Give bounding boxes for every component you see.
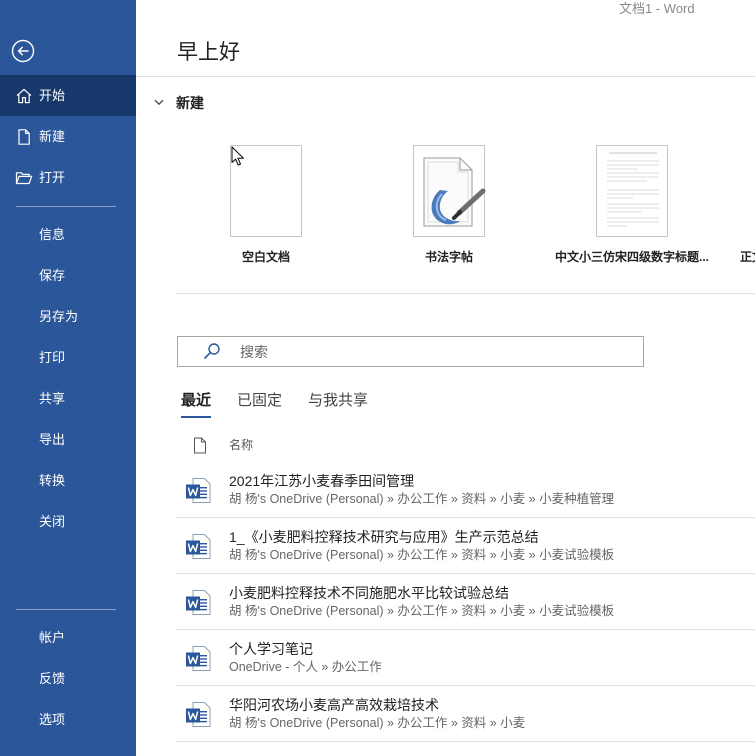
sidebar-item-label: 帐户 bbox=[39, 630, 66, 645]
open-folder-icon bbox=[15, 172, 33, 185]
new-section-heading: 新建 bbox=[176, 95, 204, 111]
sidebar-item-new[interactable]: 新建 bbox=[0, 116, 136, 157]
new-document-icon bbox=[18, 129, 30, 145]
sidebar-item-transform[interactable]: 转换 bbox=[0, 460, 136, 501]
sidebar-item-label: 共享 bbox=[39, 391, 66, 406]
file-title: 华阳河农场小麦高产高效栽培技术 bbox=[229, 697, 439, 713]
file-title: 个人学习笔记 bbox=[229, 641, 313, 657]
sidebar-item-open[interactable]: 打开 bbox=[0, 157, 136, 198]
sidebar-item-label: 导出 bbox=[39, 432, 66, 447]
sidebar-item-label: 保存 bbox=[39, 268, 66, 283]
tab-pinned[interactable]: 已固定 bbox=[237, 391, 282, 411]
sidebar-item-info[interactable]: 信息 bbox=[0, 214, 136, 255]
sidebar-item-export[interactable]: 导出 bbox=[0, 419, 136, 460]
sidebar-item-label: 打开 bbox=[39, 170, 66, 185]
file-row[interactable]: 个人学习笔记 OneDrive - 个人 » 办公工作 bbox=[176, 630, 755, 686]
file-type-column-icon bbox=[194, 437, 206, 454]
file-title: 小麦肥料控释技术不同施肥水平比较试验总结 bbox=[229, 585, 509, 601]
sidebar-item-feedback[interactable]: 反馈 bbox=[0, 658, 136, 699]
sidebar-item-options[interactable]: 选项 bbox=[0, 699, 136, 740]
file-path: 胡 杨's OneDrive (Personal) » 办公工作 » 资料 » … bbox=[229, 604, 615, 618]
sidebar-item-label: 关闭 bbox=[39, 514, 66, 529]
file-row[interactable]: 1_《小麦肥料控释技术研究与应用》生产示范总结 胡 杨's OneDrive (… bbox=[176, 518, 755, 574]
sidebar-item-share[interactable]: 共享 bbox=[0, 378, 136, 419]
template-chinese-heading[interactable]: 中文小三仿宋四级数字标题... bbox=[555, 145, 709, 264]
sidebar-item-label: 打印 bbox=[39, 350, 66, 365]
sidebar-item-account[interactable]: 帐户 bbox=[0, 617, 136, 658]
sidebar-item-label: 新建 bbox=[39, 129, 66, 144]
sidebar-item-print[interactable]: 打印 bbox=[0, 337, 136, 378]
sidebar-divider bbox=[16, 609, 116, 610]
template-label: 中文小三仿宋四级数字标题... bbox=[554, 250, 709, 264]
word-document-icon bbox=[186, 702, 211, 727]
file-row[interactable]: 华阳河农场小麦高产高效栽培技术 胡 杨's OneDrive (Personal… bbox=[176, 686, 755, 742]
file-path: 胡 杨's OneDrive (Personal) » 办公工作 » 资料 » … bbox=[229, 716, 526, 730]
file-path: 胡 杨's OneDrive (Personal) » 办公工作 » 资料 » … bbox=[229, 548, 615, 562]
sidebar-item-label: 开始 bbox=[39, 88, 66, 103]
sidebar-item-home[interactable]: 开始 bbox=[0, 75, 136, 116]
page-title: 早上好 bbox=[177, 41, 240, 64]
sidebar-item-save-as[interactable]: 另存为 bbox=[0, 296, 136, 337]
sidebar-item-save[interactable]: 保存 bbox=[0, 255, 136, 296]
file-title: 1_《小麦肥料控释技术研究与应用》生产示范总结 bbox=[229, 529, 539, 545]
sidebar-item-label: 反馈 bbox=[39, 671, 66, 686]
template-calligraphy[interactable]: 书法字帖 bbox=[413, 145, 486, 264]
sidebar-item-close[interactable]: 关闭 bbox=[0, 501, 136, 542]
tab-shared-with-me[interactable]: 与我共享 bbox=[308, 391, 368, 411]
mouse-cursor-icon bbox=[231, 146, 244, 166]
sidebar-item-label: 转换 bbox=[39, 473, 66, 488]
word-document-icon bbox=[186, 534, 211, 559]
file-row[interactable]: 2021年江苏小麦春季田间管理 胡 杨's OneDrive (Personal… bbox=[176, 462, 755, 518]
template-blank-document[interactable]: 空白文档 bbox=[230, 145, 302, 264]
backstage-sidebar: 开始 新建 打开 信息 保存 另存为 打印 共享 导出 转换 关闭 帐户 反馈 … bbox=[0, 0, 136, 756]
column-header-name[interactable]: 名称 bbox=[229, 437, 253, 453]
blank-page-thumbnail bbox=[230, 145, 302, 237]
search-input[interactable] bbox=[177, 336, 644, 367]
new-section-toggle[interactable]: 新建 bbox=[150, 93, 220, 113]
lined-document-thumbnail bbox=[596, 145, 668, 237]
home-icon bbox=[16, 88, 32, 104]
back-button[interactable] bbox=[11, 39, 35, 63]
sidebar-divider bbox=[16, 206, 116, 207]
word-document-icon bbox=[186, 646, 211, 671]
sidebar-item-label: 信息 bbox=[39, 227, 66, 242]
back-arrow-icon bbox=[11, 39, 35, 63]
template-label: 空白文档 bbox=[241, 250, 290, 264]
word-document-icon bbox=[186, 590, 211, 615]
tab-recent[interactable]: 最近 bbox=[181, 391, 211, 411]
section-divider bbox=[176, 293, 755, 294]
template-label-partial[interactable]: 正文 bbox=[740, 249, 755, 265]
template-label: 书法字帖 bbox=[424, 250, 473, 264]
active-tab-indicator bbox=[181, 416, 211, 418]
header-divider bbox=[136, 76, 755, 77]
search-icon bbox=[204, 343, 220, 359]
window-title: 文档1 - Word bbox=[619, 1, 695, 16]
file-row[interactable]: 小麦肥料控释技术不同施肥水平比较试验总结 胡 杨's OneDrive (Per… bbox=[176, 574, 755, 630]
lined-page-icon bbox=[607, 152, 659, 227]
file-path: 胡 杨's OneDrive (Personal) » 办公工作 » 资料 » … bbox=[229, 492, 615, 506]
file-path: OneDrive - 个人 » 办公工作 bbox=[229, 660, 382, 674]
sidebar-item-label: 选项 bbox=[39, 712, 66, 727]
word-document-icon bbox=[186, 478, 211, 503]
chevron-down-icon bbox=[154, 99, 164, 106]
file-title: 2021年江苏小麦春季田间管理 bbox=[229, 473, 415, 489]
calligraphy-thumbnail bbox=[413, 145, 486, 237]
calligraphy-brush-icon bbox=[423, 157, 486, 227]
sidebar-item-label: 另存为 bbox=[39, 309, 79, 324]
